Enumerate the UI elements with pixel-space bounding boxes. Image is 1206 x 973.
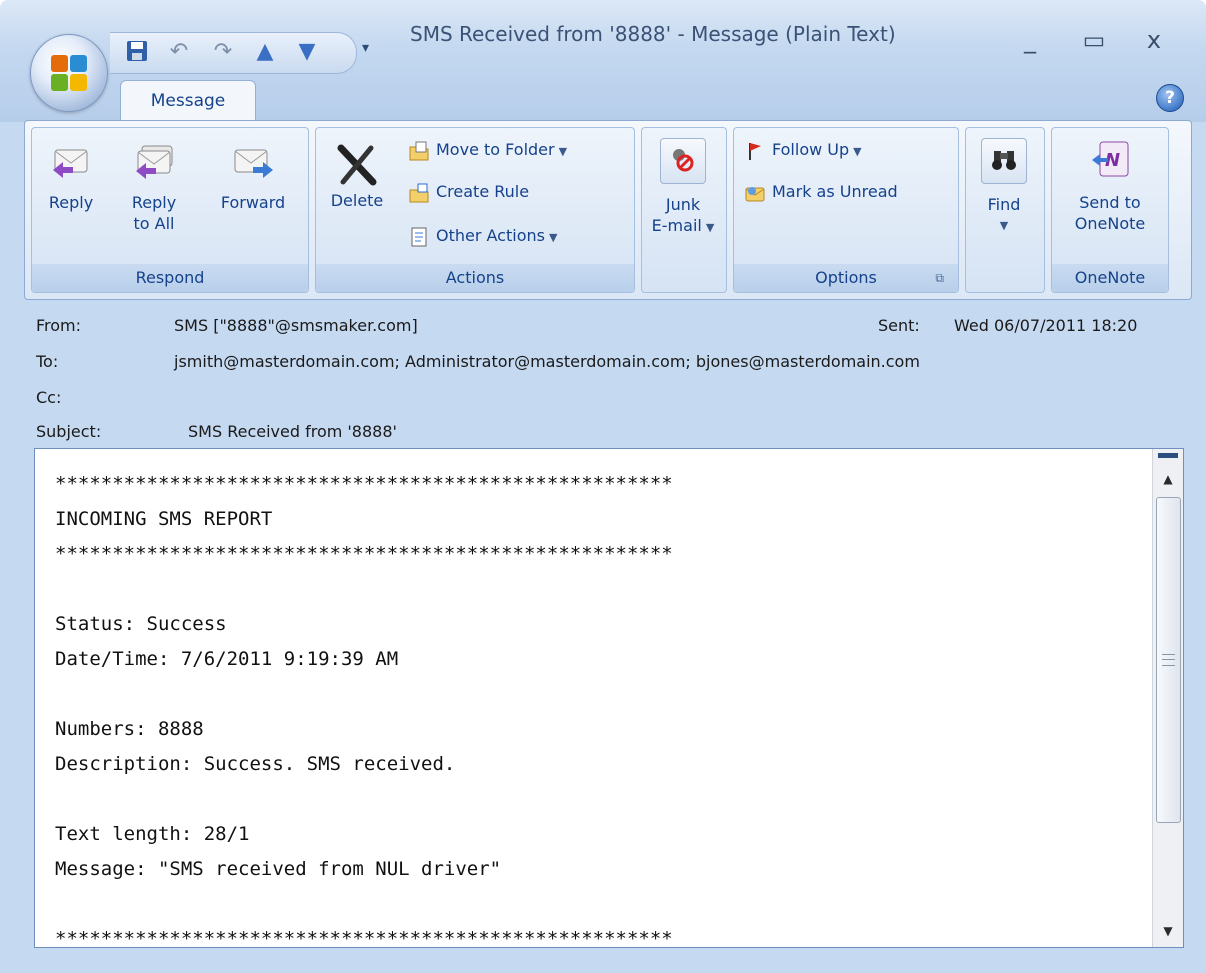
follow-up-button[interactable]: Follow Up ▼: [744, 136, 862, 164]
other-actions-icon: [408, 226, 430, 248]
onenote-group: N Send to OneNote OneNote: [1051, 127, 1169, 293]
up-arrow-icon[interactable]: ▲: [252, 39, 278, 65]
reply-button[interactable]: Reply: [36, 138, 106, 213]
office-button[interactable]: [30, 34, 108, 112]
from-label: From:: [36, 316, 82, 335]
onenote-icon: N: [1088, 138, 1132, 182]
save-icon[interactable]: [124, 39, 150, 65]
find-group: Find ▼: [965, 127, 1045, 293]
other-actions-button[interactable]: Other Actions ▼: [408, 222, 557, 250]
message-header: From: SMS ["8888"@smsmaker.com] Sent: We…: [24, 306, 1190, 450]
minimize-button[interactable]: _: [1010, 22, 1050, 58]
message-body[interactable]: ****************************************…: [34, 448, 1184, 950]
customize-toolbar-dropdown-icon[interactable]: ▾: [362, 40, 369, 56]
flag-icon: [744, 140, 766, 162]
maximize-button[interactable]: ▭: [1074, 22, 1114, 58]
options-group: Follow Up ▼ Mark as Unread Options ⧉: [733, 127, 959, 293]
onenote-group-label: OneNote: [1052, 264, 1168, 292]
message-body-text: ****************************************…: [55, 473, 673, 950]
tab-message[interactable]: Message: [120, 80, 256, 123]
sent-label: Sent:: [878, 316, 920, 335]
office-logo-icon: [51, 55, 87, 91]
window-title: SMS Received from '8888' - Message (Plai…: [410, 22, 896, 46]
other-actions-dropdown-icon: ▼: [548, 231, 558, 244]
create-rule-button[interactable]: Create Rule: [408, 178, 529, 206]
to-value[interactable]: jsmith@masterdomain.com; Administrator@m…: [174, 352, 920, 371]
down-arrow-icon[interactable]: ▼: [294, 39, 320, 65]
ribbon: Reply Reply to All Forward Respond Delet…: [24, 120, 1192, 300]
send-to-onenote-button[interactable]: N Send to OneNote: [1058, 138, 1162, 234]
find-button[interactable]: Find ▼: [970, 138, 1038, 236]
move-to-folder-dropdown-icon: ▼: [558, 145, 568, 158]
vertical-scrollbar[interactable]: ▲ ▼: [1152, 449, 1183, 947]
cc-label: Cc:: [36, 388, 62, 407]
subject-value: SMS Received from '8888': [188, 422, 397, 441]
junk-dropdown-icon: ▼: [705, 221, 715, 234]
mark-as-unread-button[interactable]: Mark as Unread: [744, 178, 898, 206]
dialog-launcher-icon[interactable]: ⧉: [935, 264, 944, 292]
scroll-thumb[interactable]: [1156, 497, 1181, 823]
forward-icon: [231, 138, 275, 182]
respond-group-label: Respond: [32, 264, 308, 292]
junk-email-button[interactable]: Junk E-mail ▼: [646, 138, 720, 238]
find-dropdown-icon: ▼: [999, 219, 1009, 232]
respond-group: Reply Reply to All Forward Respond: [31, 127, 309, 293]
actions-group-label: Actions: [316, 264, 634, 292]
quick-access-toolbar: ↶ ↷ ▲ ▼: [110, 32, 357, 74]
redo-icon[interactable]: ↷: [210, 39, 236, 65]
delete-button[interactable]: Delete: [320, 138, 394, 211]
delete-icon: [335, 142, 379, 186]
reply-icon: [49, 138, 93, 182]
to-label: To:: [36, 352, 59, 371]
scroll-down-icon[interactable]: ▼: [1156, 919, 1180, 943]
sent-value: Wed 06/07/2011 18:20: [954, 316, 1138, 335]
from-value[interactable]: SMS ["8888"@smsmaker.com]: [174, 316, 418, 335]
scroll-grip-icon: [1162, 654, 1175, 666]
actions-group: Delete Move to Folder ▼ Create Rule Other…: [315, 127, 635, 293]
move-to-folder-icon: [408, 140, 430, 162]
move-to-folder-button[interactable]: Move to Folder ▼: [408, 136, 567, 164]
outlook-message-window: ↶ ↷ ▲ ▼ ▾ SMS Received from '8888' - Mes…: [0, 0, 1206, 973]
subject-label: Subject:: [36, 422, 102, 441]
forward-button[interactable]: Forward: [206, 138, 300, 213]
mark-unread-icon: [744, 182, 766, 204]
reply-all-button[interactable]: Reply to All: [112, 138, 196, 234]
title-bar: ↶ ↷ ▲ ▼ ▾ SMS Received from '8888' - Mes…: [0, 0, 1206, 123]
binoculars-icon: [981, 138, 1027, 184]
split-handle[interactable]: [1158, 453, 1178, 458]
follow-up-dropdown-icon: ▼: [853, 145, 862, 158]
help-icon[interactable]: ?: [1156, 84, 1184, 112]
close-button[interactable]: x: [1134, 22, 1174, 58]
reply-all-icon: [132, 138, 176, 182]
scroll-up-icon[interactable]: ▲: [1156, 467, 1180, 491]
undo-icon[interactable]: ↶: [166, 39, 192, 65]
junk-email-icon: [660, 138, 706, 184]
junk-group: Junk E-mail ▼: [641, 127, 727, 293]
options-group-label: Options ⧉: [734, 264, 958, 292]
create-rule-icon: [408, 182, 430, 204]
